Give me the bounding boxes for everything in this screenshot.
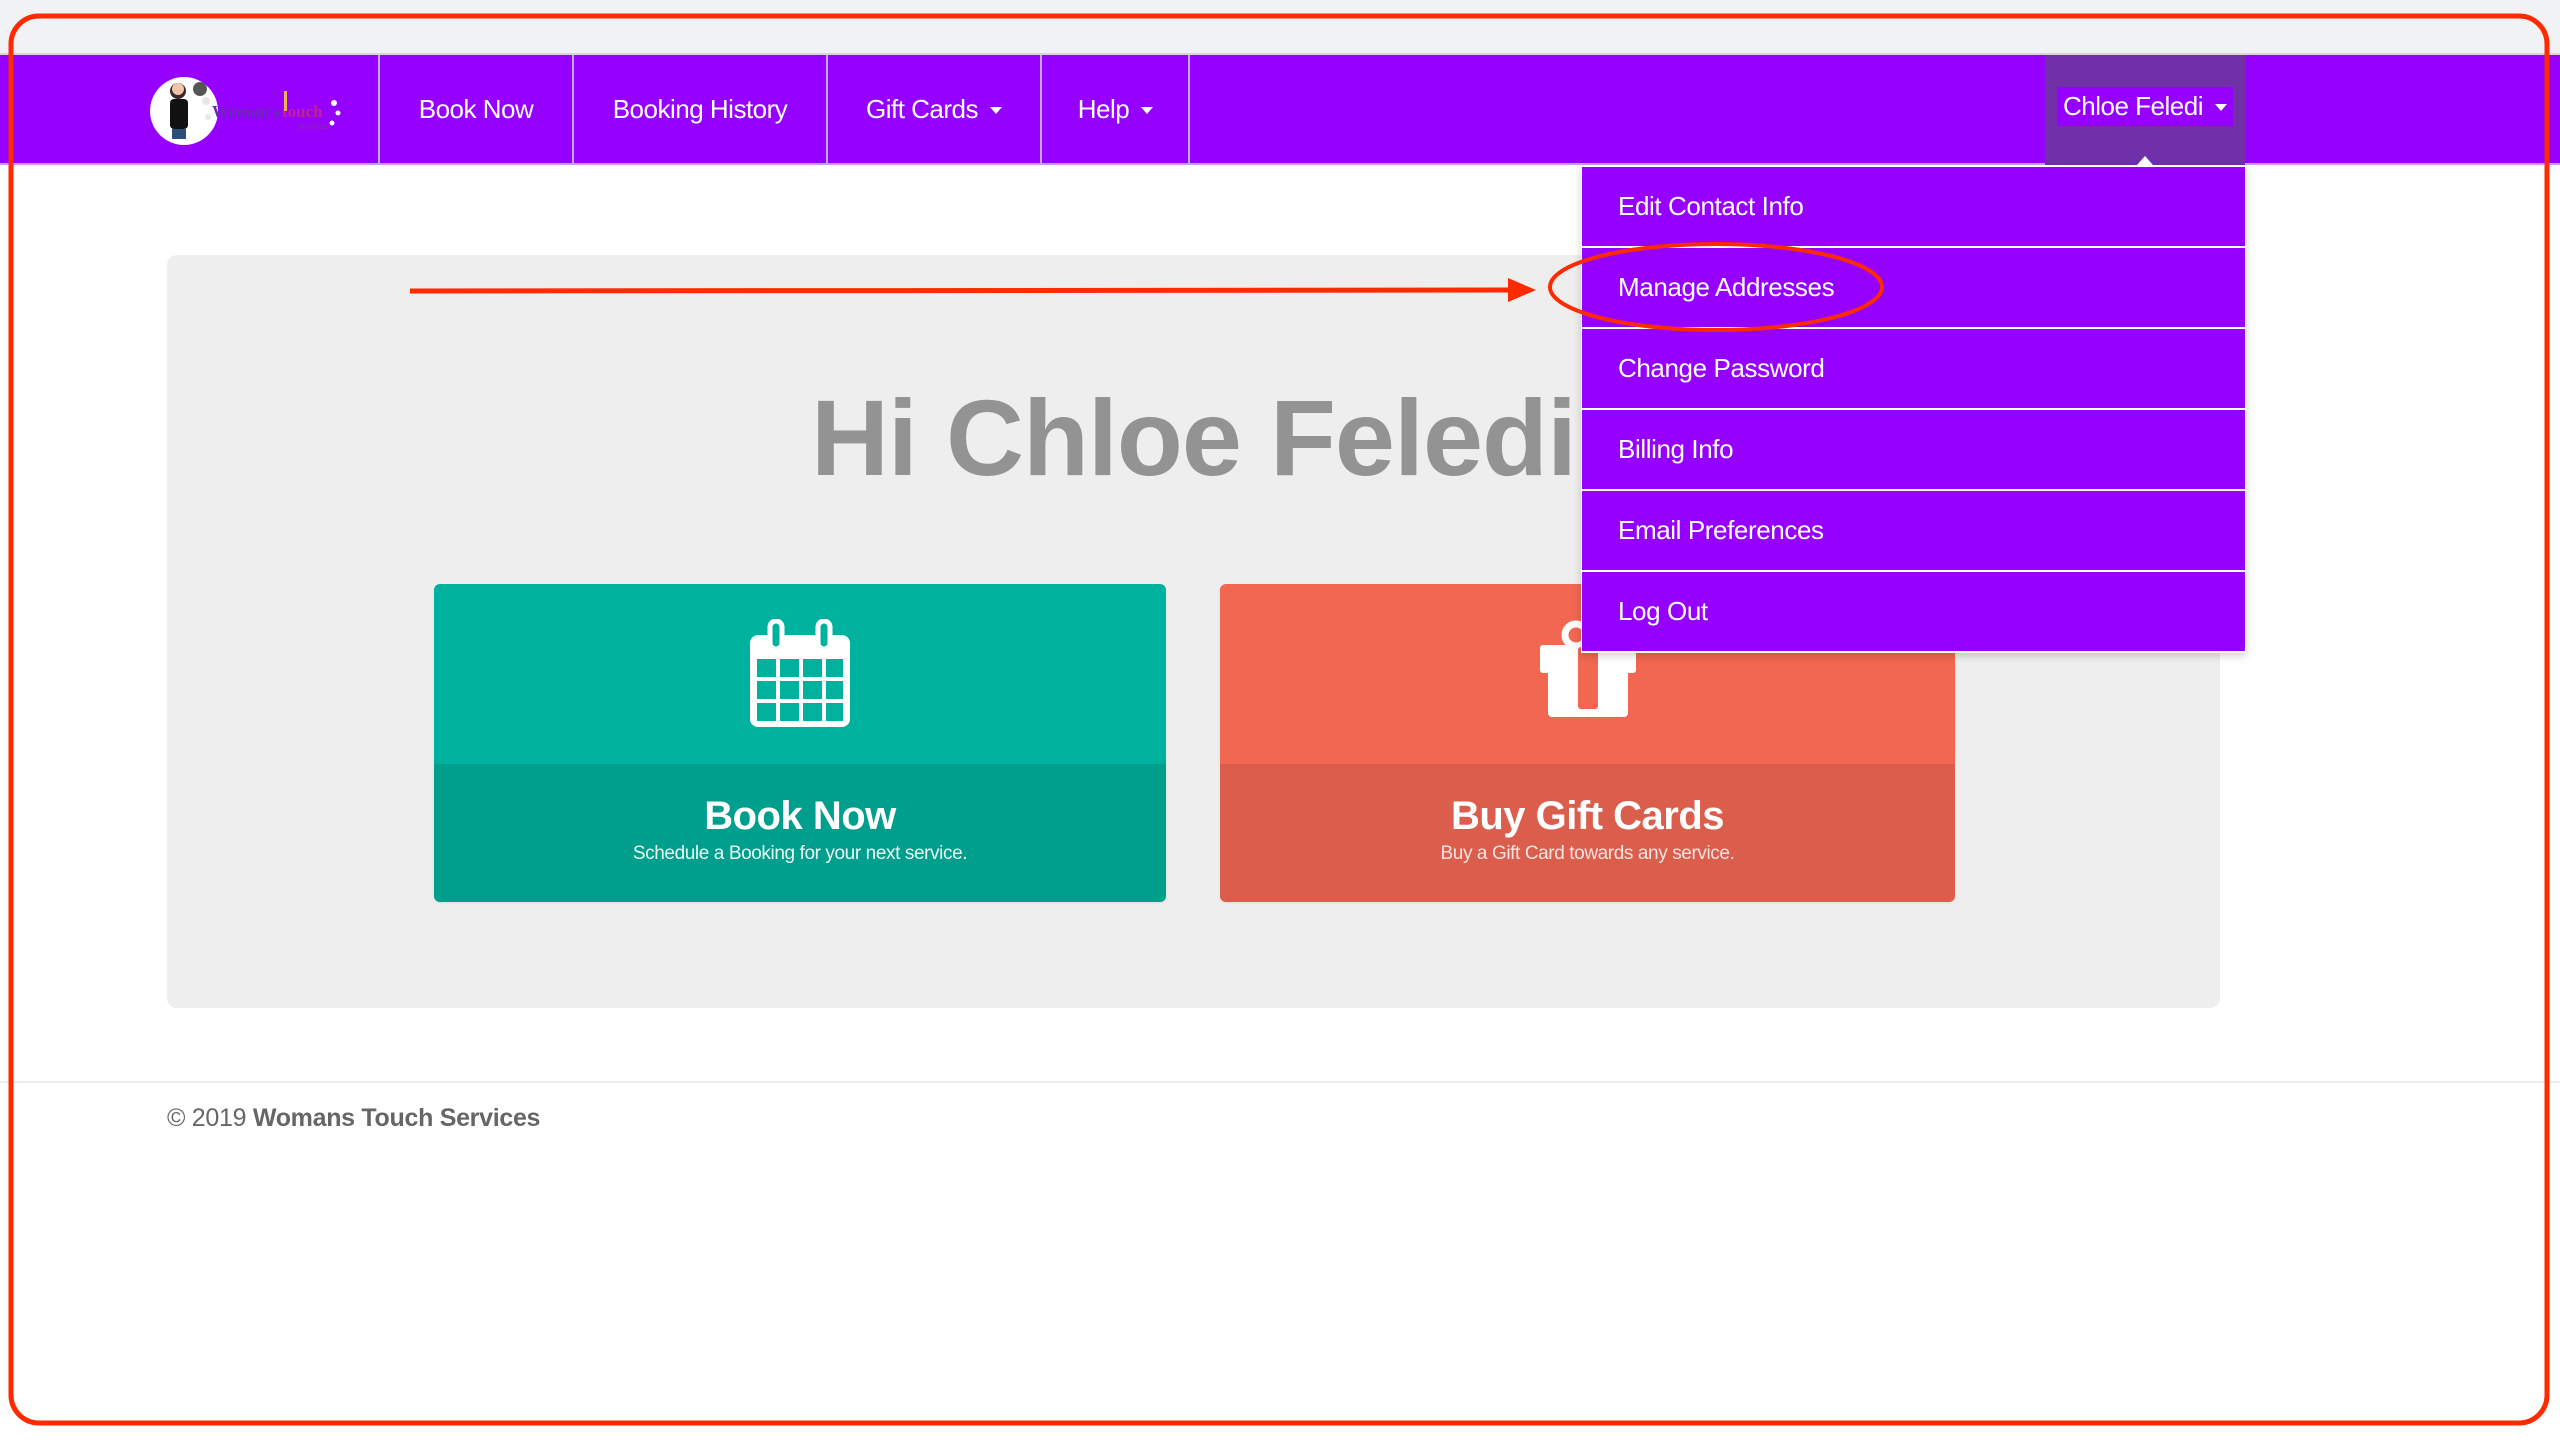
menu-item-email-preferences[interactable]: Email Preferences <box>1582 491 2245 570</box>
footer-company: Womans Touch Services <box>252 1104 541 1132</box>
buy-gift-cards-card-title: Buy Gift Cards <box>1450 794 1725 838</box>
nav-help[interactable]: Help <box>1040 55 1189 163</box>
book-now-card-subtitle: Schedule a Booking for your next service… <box>632 843 968 864</box>
chevron-down-icon <box>1141 107 1154 114</box>
buy-gift-cards-card-bottom: Buy Gift Cards Buy a Gift Card towards a… <box>1220 764 1955 902</box>
nav-divider <box>1188 55 1190 163</box>
nav-book-now-label: Book Now <box>418 93 534 124</box>
menu-item-label: Change Password <box>1618 353 1825 383</box>
nav-help-label: Help <box>1077 93 1130 124</box>
user-menu-toggle[interactable]: Chloe Feledi <box>2045 55 2245 165</box>
book-now-card-title: Book Now <box>704 794 896 838</box>
nav-gift-cards[interactable]: Gift Cards <box>826 55 1040 163</box>
menu-item-label: Edit Contact Info <box>1618 191 1804 221</box>
menu-item-billing-info[interactable]: Billing Info <box>1582 410 2245 489</box>
navbar: Woman's touch services Book Now Booking … <box>0 55 2560 165</box>
user-name: Chloe Feledi <box>2063 90 2203 121</box>
book-now-card[interactable]: Book Now Schedule a Booking for your nex… <box>434 584 1166 902</box>
woman-touch-logo-icon: Woman's touch services <box>150 77 341 145</box>
user-dropdown-menu: Edit Contact Info Manage Addresses Chang… <box>1581 165 2246 653</box>
menu-item-label: Email Preferences <box>1618 515 1824 545</box>
menu-item-edit-contact-info[interactable]: Edit Contact Info <box>1582 167 2245 246</box>
footer: © 2019 Womans Touch Services <box>167 1104 540 1133</box>
svg-text:Woman's: Woman's <box>212 102 280 121</box>
chevron-down-icon <box>990 107 1003 114</box>
chevron-down-icon <box>2214 104 2227 111</box>
nav-book-now[interactable]: Book Now <box>378 55 572 163</box>
dropdown-notch <box>2137 156 2153 165</box>
user-menu-label-wrap: Chloe Feledi <box>2057 86 2233 126</box>
menu-item-label: Billing Info <box>1618 434 1734 464</box>
browser-top-strip <box>0 0 2560 55</box>
menu-item-manage-addresses[interactable]: Manage Addresses <box>1582 248 2245 327</box>
brand-logo[interactable]: Woman's touch services <box>148 67 344 151</box>
footer-divider <box>0 1081 2560 1083</box>
buy-gift-cards-card-subtitle: Buy a Gift Card towards any service. <box>1440 843 1735 864</box>
menu-item-label: Manage Addresses <box>1618 272 1835 302</box>
nav-gift-cards-label: Gift Cards <box>865 93 979 124</box>
svg-text:touch: touch <box>282 102 323 121</box>
svg-text:services: services <box>298 122 327 131</box>
menu-item-change-password[interactable]: Change Password <box>1582 329 2245 408</box>
nav-booking-history[interactable]: Booking History <box>572 55 826 163</box>
calendar-icon <box>750 619 850 727</box>
nav-booking-history-label: Booking History <box>612 93 788 124</box>
menu-item-label: Log Out <box>1618 596 1708 626</box>
book-now-card-top <box>434 584 1166 764</box>
menu-item-log-out[interactable]: Log Out <box>1582 572 2245 651</box>
book-now-card-bottom: Book Now Schedule a Booking for your nex… <box>434 764 1166 902</box>
footer-copyright: © 2019 <box>167 1104 247 1132</box>
